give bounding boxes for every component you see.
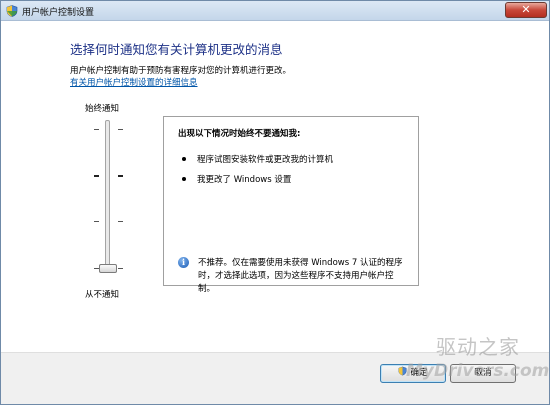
bullet-item: 我更改了 Windows 设置	[197, 175, 292, 185]
slider-top-label: 始终通知	[85, 104, 120, 114]
ok-button[interactable]: 确定	[380, 364, 446, 383]
close-button[interactable]: ✕	[505, 2, 547, 18]
close-icon: ✕	[521, 3, 531, 16]
slider-tick	[94, 175, 99, 177]
uac-settings-window: 用户帐户控制设置 ✕ 选择何时通知您有关计算机更改的消息 用户帐户控制有助于预防…	[0, 0, 550, 405]
title-bar[interactable]: 用户帐户控制设置 ✕	[1, 1, 549, 21]
slider-thumb[interactable]	[99, 264, 117, 273]
slider-tick	[118, 221, 123, 222]
cancel-button-label: 取消	[474, 368, 492, 378]
page-heading: 选择何时通知您有关计算机更改的消息	[70, 42, 283, 57]
bullet-dot	[182, 177, 186, 181]
setting-description-box: 出现以下情况时始终不要通知我: 程序试图安装软件或更改我的计算机 我更改了 Wi…	[163, 116, 419, 294]
warning-note: 不推荐。仅在需要使用未获得 Windows 7 认证的程序时，才选择此选项，因为…	[198, 258, 403, 294]
info-icon: i	[178, 257, 189, 268]
ok-button-label: 确定	[410, 368, 428, 378]
slider-tick	[94, 221, 99, 222]
button-bar: 确定 取消	[1, 352, 549, 404]
slider-tick	[94, 129, 99, 130]
content-area: 选择何时通知您有关计算机更改的消息 用户帐户控制有助于预防有害程序对您的计算机进…	[1, 22, 549, 352]
slider-tick	[118, 175, 123, 177]
uac-shield-icon	[6, 5, 18, 17]
slider-tick	[118, 268, 123, 269]
details-link[interactable]: 有关用户帐户控制设置的详细信息	[70, 76, 198, 88]
uac-shield-icon	[399, 366, 407, 376]
box-title: 出现以下情况时始终不要通知我:	[178, 129, 301, 139]
page-description: 用户帐户控制有助于预防有害程序对您的计算机进行更改。	[70, 66, 292, 76]
slider-bottom-label: 从不通知	[85, 290, 120, 300]
window-title: 用户帐户控制设置	[22, 8, 95, 18]
bullet-item: 程序试图安装软件或更改我的计算机	[197, 155, 334, 165]
bullet-dot	[182, 157, 186, 161]
cancel-button[interactable]: 取消	[450, 364, 516, 383]
slider-track[interactable]	[105, 120, 110, 270]
slider-tick	[118, 129, 123, 130]
